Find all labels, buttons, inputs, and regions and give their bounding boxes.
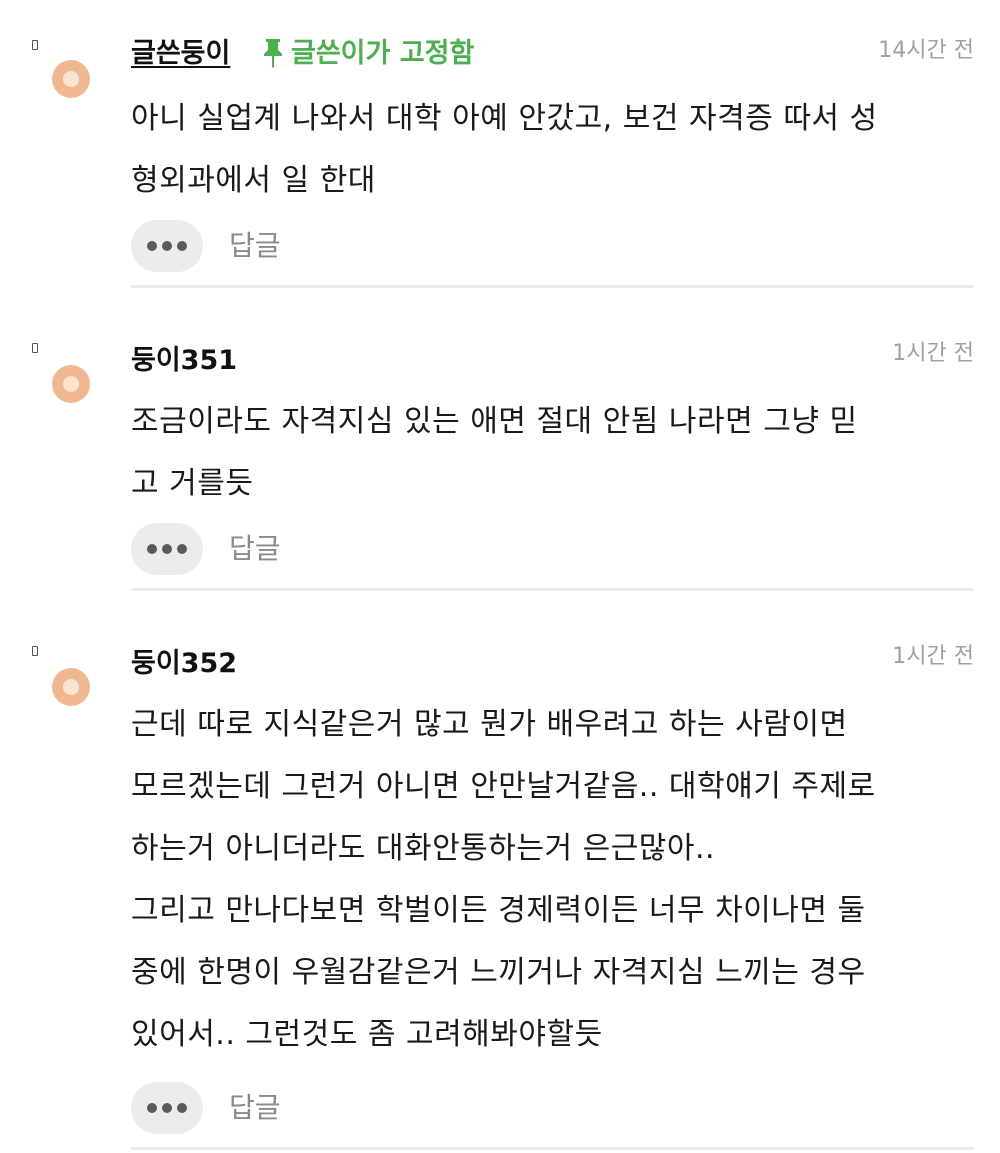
comment-text: 근데 따로 지식같은거 많고 뭔가 배우려고 하는 사람이면 모르겠는데 그런거… <box>131 694 981 1066</box>
more-dots-icon <box>147 1103 157 1113</box>
avatar-icon[interactable] <box>52 60 90 98</box>
comment-text-line: 있어서.. 그런것도 좀 고려해봐야할듯 <box>131 1017 603 1052</box>
avatar-icon[interactable] <box>52 365 90 403</box>
more-dots-icon <box>162 1103 172 1113</box>
more-options-button[interactable] <box>131 1082 203 1134</box>
more-dots-icon <box>177 544 187 554</box>
comment-item: 둥이352 1시간 전 근데 따로 지식같은거 많고 뭔가 배우려고 하는 사람… <box>0 606 1000 1153</box>
comment-time: 14시간 전 <box>878 38 974 63</box>
comment-marker-icon <box>32 646 38 656</box>
more-dots-icon <box>177 241 187 251</box>
comment-time: 1시간 전 <box>892 644 974 669</box>
reply-button[interactable]: 답글 <box>229 535 281 563</box>
comment-text-line: 중에 한명이 우월감같은거 느끼거나 자격지심 느끼는 경우 <box>131 955 866 990</box>
comment-marker-icon <box>32 343 38 353</box>
more-options-button[interactable] <box>131 523 203 575</box>
pinned-label: 글쓴이가 고정함 <box>291 37 475 69</box>
comment-text-line: 그리고 만나다보면 학벌이든 경제력이든 너무 차이나면 둘 <box>131 893 866 928</box>
pin-icon <box>264 39 282 68</box>
more-dots-icon <box>177 1103 187 1113</box>
comment-text-line: 고 거를듯 <box>131 466 254 501</box>
comment-divider <box>131 588 974 591</box>
comment-text-line: 모르겠는데 그런거 아니면 안만날거같음.. 대학얘기 주제로 <box>131 769 876 804</box>
comment-text: 조금이라도 자격지심 있는 애면 절대 안됨 나라면 그냥 믿 고 거를듯 <box>131 391 981 515</box>
pinned-badge: 글쓴이가 고정함 <box>261 37 474 69</box>
comment-marker-icon <box>32 40 38 50</box>
avatar-icon[interactable] <box>52 668 90 706</box>
reply-button[interactable]: 답글 <box>229 232 281 260</box>
comment-divider <box>131 1147 974 1150</box>
more-options-button[interactable] <box>131 220 203 272</box>
comment-author[interactable]: 둥이351 <box>131 347 237 374</box>
comment-text-line: 하는거 아니더라도 대화안통하는거 은근많아.. <box>131 831 716 866</box>
comment-time: 1시간 전 <box>892 341 974 366</box>
comment-author[interactable]: 글쓴둥이 <box>131 40 230 67</box>
more-dots-icon <box>162 241 172 251</box>
more-dots-icon <box>162 544 172 554</box>
comment-text: 아니 실업계 나와서 대학 아예 안갔고, 보건 자격증 따서 성 형외과에서 … <box>131 88 981 212</box>
comment-text-line: 아니 실업계 나와서 대학 아예 안갔고, 보건 자격증 따서 성 <box>131 101 878 136</box>
reply-button[interactable]: 답글 <box>229 1094 281 1122</box>
comment-item: 둥이351 1시간 전 조금이라도 자격지심 있는 애면 절대 안됨 나라면 그… <box>0 303 1000 603</box>
more-dots-icon <box>147 544 157 554</box>
comment-author[interactable]: 둥이352 <box>131 650 237 677</box>
comment-text-line: 근데 따로 지식같은거 많고 뭔가 배우려고 하는 사람이면 <box>131 707 848 742</box>
more-dots-icon <box>147 241 157 251</box>
comment-text-line: 형외과에서 일 한대 <box>131 163 376 198</box>
comment-divider <box>131 285 974 288</box>
comment-item: 글쓴둥이 글쓴이가 고정함 14시간 전 아니 실업계 나와서 대학 아예 안갔… <box>0 0 1000 300</box>
comment-text-line: 조금이라도 자격지심 있는 애면 절대 안됨 나라면 그냥 믿 <box>131 404 858 439</box>
